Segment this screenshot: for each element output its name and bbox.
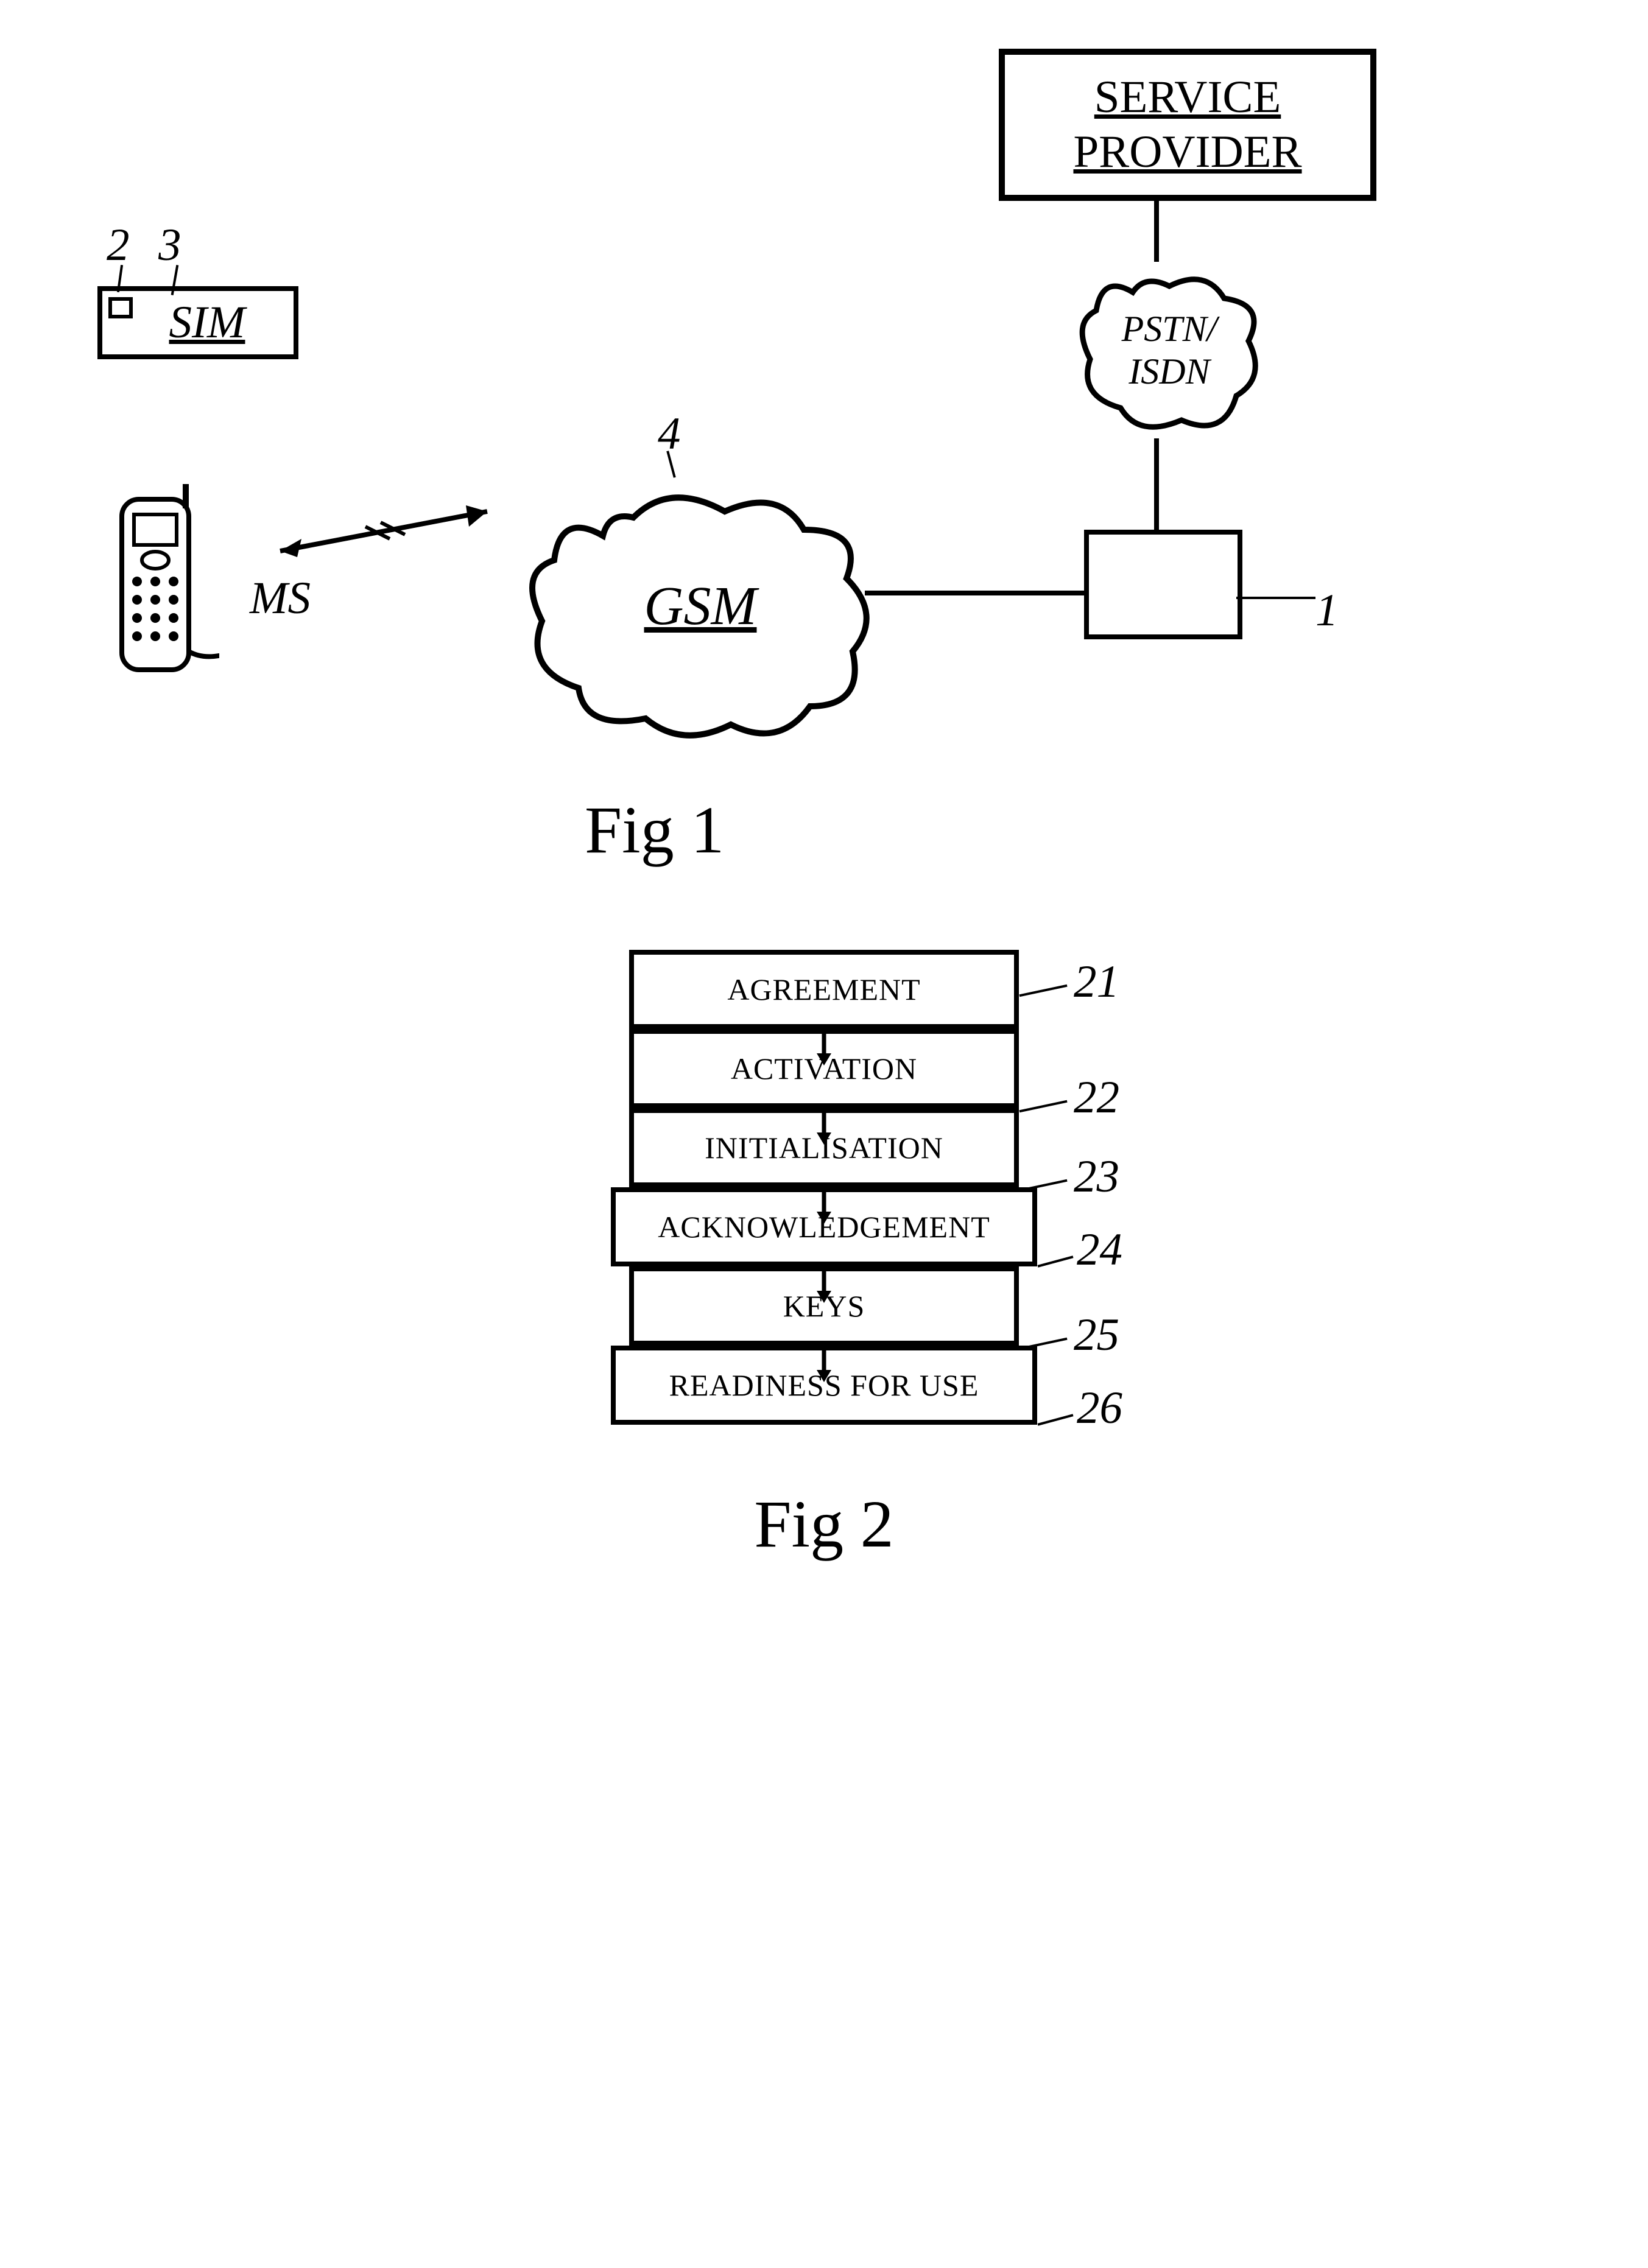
- leader-line: [1038, 1414, 1074, 1425]
- connector-line: [1154, 201, 1159, 262]
- flow-step-initialisation: INITIALISATION: [629, 1108, 1019, 1187]
- ref-label-21: 21: [1074, 956, 1119, 1008]
- connector-line: [865, 591, 1087, 595]
- flow-step-acknowledgement: ACKNOWLEDGEMENT: [611, 1187, 1037, 1266]
- service-provider-label: SERVICE PROVIDER: [1005, 70, 1370, 180]
- leader-line: [1038, 1255, 1074, 1267]
- ref-label-3: 3: [158, 219, 181, 272]
- figure-2-caption: Fig 2: [24, 1486, 1624, 1563]
- pstn-text: PSTN/: [1121, 309, 1220, 349]
- flow-step-agreement: AGREEMENT: [629, 950, 1019, 1029]
- ms-label: MS: [250, 572, 311, 625]
- sim-card: SIM: [97, 286, 298, 359]
- flow-step-label: KEYS: [783, 1288, 865, 1324]
- ref-label-24: 24: [1077, 1224, 1122, 1276]
- flow-step-readiness: READINESS FOR USE: [611, 1346, 1037, 1425]
- ref-label-1: 1: [1315, 585, 1339, 637]
- figure-1-caption: Fig 1: [585, 792, 724, 869]
- ref-label-2: 2: [107, 219, 130, 272]
- flow-step-label: ACKNOWLEDGEMENT: [658, 1209, 990, 1245]
- flow-step-activation: ACTIVATION: [629, 1029, 1019, 1108]
- connector-line: [1154, 438, 1159, 533]
- gsm-text: GSM: [644, 576, 760, 636]
- figure-2: AGREEMENT 21 ACTIVATION 22 INITIALISATIO…: [24, 950, 1624, 1563]
- figure-1: SERVICE PROVIDER 2 3 SIM MS: [24, 24, 1624, 877]
- pstn-isdn-cloud: PSTN/ ISDN: [1072, 256, 1267, 448]
- gateway-box: [1084, 530, 1242, 639]
- ref-label-25: 25: [1074, 1309, 1119, 1361]
- ref-label-23: 23: [1074, 1151, 1119, 1203]
- sim-chip-icon: [108, 297, 133, 318]
- service-provider-box: SERVICE PROVIDER: [999, 49, 1376, 201]
- mobile-phone-icon: [110, 481, 219, 679]
- flow-step-label: READINESS FOR USE: [669, 1367, 979, 1403]
- flow-step-label: ACTIVATION: [731, 1051, 917, 1086]
- flowchart: AGREEMENT 21 ACTIVATION 22 INITIALISATIO…: [580, 950, 1068, 1425]
- flow-step-label: AGREEMENT: [727, 972, 920, 1007]
- ref-label-26: 26: [1077, 1382, 1122, 1434]
- isdn-text: ISDN: [1128, 351, 1211, 391]
- flow-step-label: INITIALISATION: [705, 1130, 943, 1165]
- double-arrow-icon: [268, 493, 512, 575]
- flow-step-keys: KEYS: [629, 1266, 1019, 1346]
- ref-label-22: 22: [1074, 1072, 1119, 1124]
- gsm-cloud: GSM: [512, 463, 889, 758]
- leader-line: [1019, 985, 1067, 997]
- sim-label: SIM: [169, 297, 245, 349]
- leader-line: [1236, 597, 1315, 599]
